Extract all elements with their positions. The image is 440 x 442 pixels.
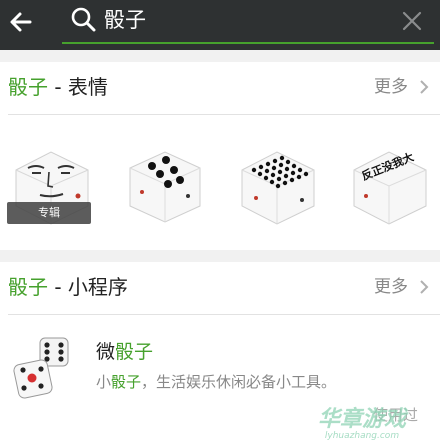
section-divider [8,314,440,315]
search-underline [62,42,434,44]
emoji-section: 骰子 - 表情 更多 专辑 反正没我大 [0,62,440,250]
app-name: 微骰子 [96,338,153,366]
sticker-text-dice[interactable]: 反正没我大 [346,140,432,226]
sticker-six-dice[interactable] [122,140,208,226]
app-description: 小骰子，生活娱乐休闲必备小工具。 [96,370,336,394]
mini-program-result[interactable]: 微骰子 小骰子，生活娱乐休闲必备小工具。 使用过 [0,328,440,428]
emoji-section-header[interactable]: 骰子 - 表情 更多 [0,62,440,114]
mini-program-more-link[interactable]: 更多 [374,275,408,299]
clear-icon[interactable] [402,11,422,31]
dice-app-icon [13,337,69,399]
app-desc-suffix: ，生活娱乐休闲必备小工具。 [141,373,337,391]
app-name-keyword: 骰子 [115,341,154,363]
mini-program-section-title: 骰子 - 小程序 [8,273,128,301]
search-header: 骰子 [0,0,440,50]
album-badge: 专辑 [7,202,91,224]
search-icon [71,7,96,32]
chevron-right-icon[interactable] [418,79,430,95]
mini-program-section: 骰子 - 小程序 更多 微骰子 小骰子，生活娱乐休闲必备小工具。 使用过 [0,262,440,442]
title-keyword: 骰子 [8,275,48,299]
chevron-right-icon[interactable] [418,279,430,295]
back-arrow-icon[interactable] [8,9,34,35]
title-suffix: - 小程序 [48,275,128,299]
sticker-many-dots-dice[interactable] [234,140,320,226]
emoji-section-title: 骰子 - 表情 [8,73,108,101]
section-divider [8,114,440,115]
app-desc-prefix: 小 [96,373,112,391]
emoji-more-link[interactable]: 更多 [374,75,408,99]
mini-program-section-header[interactable]: 骰子 - 小程序 更多 [0,262,440,314]
title-keyword: 骰子 [8,75,48,99]
search-input[interactable]: 骰子 [62,0,434,44]
title-suffix: - 表情 [48,75,108,99]
search-query[interactable]: 骰子 [104,6,146,34]
app-desc-keyword: 骰子 [111,373,142,391]
used-label: 使用过 [372,406,418,424]
app-name-prefix: 微 [96,341,116,363]
